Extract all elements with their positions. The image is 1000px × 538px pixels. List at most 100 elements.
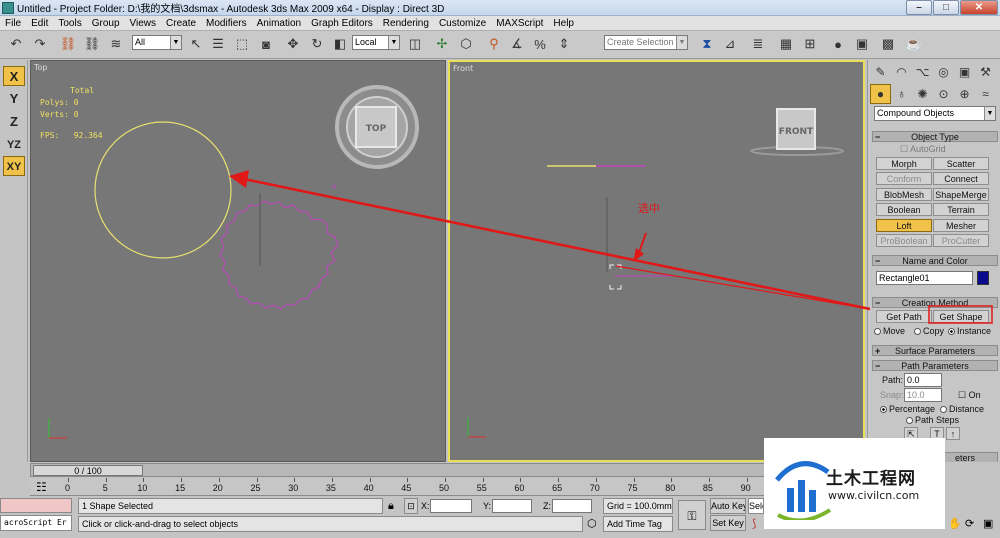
bind-space-warp-icon[interactable]: ≋	[106, 34, 126, 54]
maxscript-listener-mini[interactable]	[0, 498, 72, 513]
menu-edit[interactable]: Edit	[26, 18, 53, 29]
get-path-button[interactable]: Get Path	[876, 310, 932, 323]
geometry-icon[interactable]: ●	[870, 84, 891, 104]
terrain-button[interactable]: Terrain	[933, 203, 989, 216]
loft-button[interactable]: Loft	[876, 219, 932, 232]
menu-group[interactable]: Group	[87, 18, 125, 29]
hierarchy-tab-icon[interactable]: ⌥	[912, 62, 933, 82]
select-and-move-icon[interactable]: ✥	[283, 34, 303, 54]
axis-z-button[interactable]: Z	[3, 112, 25, 132]
key-filter-dropdown[interactable]: Sele	[748, 498, 764, 514]
helpers-icon[interactable]: ⊕	[954, 84, 975, 104]
maxscript-output[interactable]: acroScript Er	[0, 515, 72, 531]
time-slider-thumb[interactable]: 0 / 100	[33, 465, 143, 476]
path-steps-radio[interactable]: Path Steps	[906, 415, 959, 425]
name-and-color-rollout[interactable]: − Name and Color	[872, 255, 998, 266]
menu-create[interactable]: Create	[161, 18, 201, 29]
x-coordinate-field[interactable]	[430, 499, 472, 513]
lock-selection-icon[interactable]: 🔒︎	[388, 500, 394, 513]
window-crossing-icon[interactable]: ◙	[256, 34, 276, 54]
snap-toggle-icon[interactable]: ⚲	[484, 34, 504, 54]
select-and-link-icon[interactable]: ⛓	[58, 34, 78, 54]
spinner-snap-icon[interactable]: ⇕	[554, 34, 574, 54]
unlink-icon[interactable]: ⛓	[82, 34, 102, 54]
next-shape-icon[interactable]: ↑	[946, 427, 960, 440]
menu-file[interactable]: File	[0, 18, 26, 29]
render-setup-icon[interactable]: ▣	[852, 34, 872, 54]
lights-icon[interactable]: ✺	[912, 84, 933, 104]
scatter-button[interactable]: Scatter	[933, 157, 989, 170]
cameras-icon[interactable]: ⊙	[933, 84, 954, 104]
selected-circle-shape[interactable]	[94, 121, 232, 259]
snap-value-spinner[interactable]: 10.0	[904, 388, 942, 402]
distance-radio[interactable]: Distance	[940, 404, 984, 414]
mini-curve-editor-icon[interactable]: ☷	[36, 480, 47, 494]
shapemerge-button[interactable]: ShapeMerge	[933, 188, 989, 201]
track-bar[interactable]: ☷ 05101520253035404550556065707580859095…	[30, 478, 865, 496]
autogrid-checkbox[interactable]: ☐ AutoGrid	[900, 144, 946, 155]
object-color-swatch[interactable]	[977, 271, 989, 285]
app-icon[interactable]	[2, 1, 14, 14]
object-type-rollout[interactable]: − Object Type	[872, 131, 998, 142]
motion-tab-icon[interactable]: ◎	[933, 62, 954, 82]
key-icon[interactable]: ⚿	[678, 500, 706, 530]
geometry-category-dropdown[interactable]: Compound Objects ▼	[874, 106, 996, 121]
mesher-button[interactable]: Mesher	[933, 219, 989, 232]
auto-key-button[interactable]: Auto Key	[710, 498, 746, 514]
percentage-radio[interactable]: Percentage	[880, 404, 935, 414]
rendered-frame-window-icon[interactable]: ▩	[878, 34, 898, 54]
minimize-button[interactable]: –	[906, 0, 932, 15]
front-viewport[interactable]: Front FRONT	[448, 60, 865, 462]
selection-filter-dropdown[interactable]: All ▼	[132, 35, 182, 50]
get-shape-button[interactable]: Get Shape	[933, 310, 989, 323]
close-button[interactable]: ✕	[960, 0, 998, 15]
menu-views[interactable]: Views	[125, 18, 162, 29]
set-key-button[interactable]: Set Key	[710, 515, 746, 531]
modify-tab-icon[interactable]: ◠	[891, 62, 912, 82]
axis-y-button[interactable]: Y	[3, 89, 25, 109]
material-editor-icon[interactable]: ●	[828, 34, 848, 54]
copy-radio[interactable]: Copy	[914, 326, 944, 336]
pivot-center-icon[interactable]: ◫	[405, 34, 425, 54]
axis-yz-button[interactable]: YZ	[3, 135, 25, 155]
boolean-button[interactable]: Boolean	[876, 203, 932, 216]
blobmesh-button[interactable]: BlobMesh	[876, 188, 932, 201]
maximize-button[interactable]: □	[933, 0, 959, 15]
top-viewport[interactable]: Top Total Polys: 0 Verts: 0 FPS: 92.364 …	[30, 60, 446, 462]
move-radio[interactable]: Move	[874, 326, 905, 336]
select-manipulate-icon[interactable]: ✢	[432, 34, 452, 54]
angle-snap-icon[interactable]: ∡	[507, 34, 527, 54]
percent-snap-icon[interactable]: %	[530, 34, 550, 54]
mirror-icon[interactable]: ⧗	[697, 34, 717, 54]
menu-maxscript[interactable]: MAXScript	[491, 18, 548, 29]
menu-help[interactable]: Help	[548, 18, 579, 29]
morph-button[interactable]: Morph	[876, 157, 932, 170]
time-slider[interactable]: 0 / 100 ▶	[30, 463, 865, 477]
z-coordinate-field[interactable]	[552, 499, 592, 513]
schematic-view-icon[interactable]: ⊞	[800, 34, 820, 54]
creation-method-rollout[interactable]: − Creation Method	[872, 297, 998, 308]
star-spline-shape[interactable]	[219, 200, 339, 310]
align-icon[interactable]: ⊿	[720, 34, 740, 54]
reference-coordinate-dropdown[interactable]: Local ▼	[352, 35, 400, 50]
display-tab-icon[interactable]: ▣	[954, 62, 975, 82]
axis-xy-button[interactable]: XY	[3, 156, 25, 176]
axis-x-button[interactable]: X	[3, 66, 25, 86]
select-object-icon[interactable]: ↖	[186, 34, 206, 54]
select-and-rotate-icon[interactable]: ↻	[307, 34, 327, 54]
key-mode-icon[interactable]: ⟆	[752, 517, 756, 530]
instance-radio[interactable]: Instance	[948, 326, 991, 336]
rectangular-selection-icon[interactable]: ⬚	[232, 34, 252, 54]
select-by-name-icon[interactable]: ☰	[208, 34, 228, 54]
maximize-viewport-icon[interactable]: ▣	[983, 517, 993, 530]
menu-modifiers[interactable]: Modifiers	[201, 18, 252, 29]
menu-tools[interactable]: Tools	[53, 18, 86, 29]
utilities-tab-icon[interactable]: ⚒	[975, 62, 996, 82]
absolute-mode-icon[interactable]: ⊡	[404, 498, 418, 514]
shapes-icon[interactable]: ♁	[891, 84, 912, 104]
path-parameters-rollout[interactable]: − Path Parameters	[872, 360, 998, 371]
curve-editor-icon[interactable]: ▦	[776, 34, 796, 54]
undo-icon[interactable]: ↶	[6, 34, 26, 54]
surface-parameters-rollout[interactable]: + Surface Parameters	[872, 345, 998, 356]
y-coordinate-field[interactable]	[492, 499, 532, 513]
